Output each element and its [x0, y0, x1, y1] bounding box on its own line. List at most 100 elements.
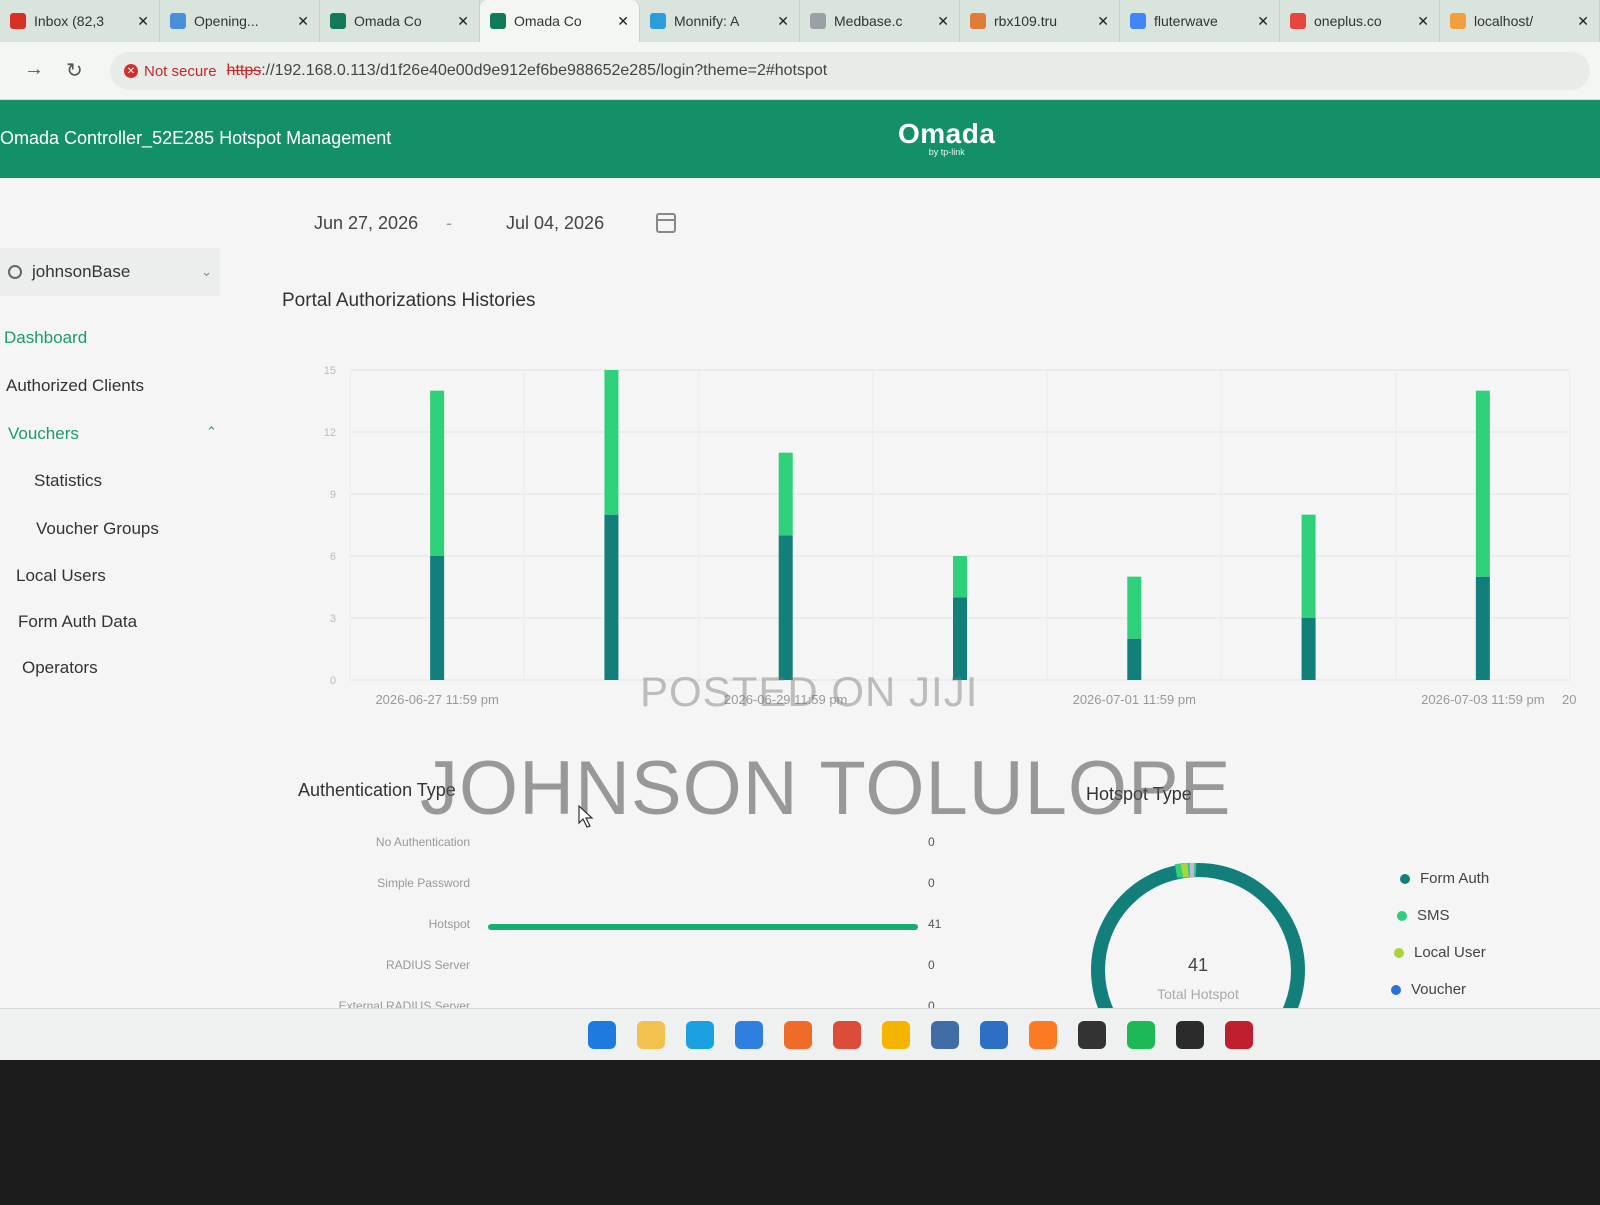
chrome-icon[interactable] [833, 1021, 861, 1049]
sidebar-item-vouchers[interactable]: Vouchers [8, 424, 79, 444]
close-icon[interactable]: ✕ [297, 13, 309, 30]
close-icon[interactable]: ✕ [617, 13, 629, 30]
close-icon[interactable]: ✕ [1417, 13, 1429, 30]
x-tick-label: 2026-07-01 11:59 pm [1073, 692, 1196, 707]
browser-tab[interactable]: Omada Co ✕ [320, 0, 480, 42]
browser-tab[interactable]: localhost/ ✕ [1440, 0, 1600, 42]
tab-label: Inbox (82,3 [34, 13, 105, 29]
tab-favicon-icon [1450, 13, 1466, 29]
date-separator: - [446, 212, 452, 233]
hotspot-donut-chart: 41 Total Hotspot [1091, 862, 1305, 1010]
bar-segment-series-1[interactable] [1127, 576, 1142, 639]
legend-item[interactable]: SMS [1397, 907, 1450, 924]
site-icon [8, 265, 22, 279]
browser-tab[interactable]: Omada Co ✕ [480, 0, 640, 42]
browser-tab[interactable]: Inbox (82,3 ✕ [0, 0, 160, 42]
browser-tab[interactable]: Monnify: A ✕ [640, 0, 800, 42]
sidebar-item-voucher-groups[interactable]: Voucher Groups [36, 519, 159, 539]
store-icon[interactable] [980, 1021, 1008, 1049]
vscode-icon[interactable] [735, 1021, 763, 1049]
terminal-icon[interactable] [1176, 1021, 1204, 1049]
tab-label: Medbase.c [834, 13, 903, 29]
bar-segment-series-1[interactable] [604, 370, 619, 515]
bar-segment-series-1[interactable] [778, 452, 793, 536]
browser-tab[interactable]: fluterwave ✕ [1120, 0, 1280, 42]
auth-type-value: 0 [928, 958, 935, 972]
reload-icon[interactable]: ↻ [66, 58, 83, 83]
tab-favicon-icon [1130, 13, 1146, 29]
forward-icon[interactable]: → [24, 58, 44, 81]
warning-icon: ✕ [124, 64, 138, 78]
close-icon[interactable]: ✕ [137, 13, 149, 30]
tab-favicon-icon [970, 13, 986, 29]
legend-item[interactable]: Form Auth [1400, 870, 1489, 887]
auth-type-row: No Authentication 0 [330, 835, 950, 855]
inkscape-icon[interactable] [1078, 1021, 1106, 1049]
auth-type-value: 41 [928, 917, 942, 931]
bar-segment-series-1[interactable] [953, 556, 967, 598]
close-icon[interactable]: ✕ [1577, 13, 1589, 30]
bar-segment-series-0[interactable] [1301, 618, 1316, 680]
xampp-icon[interactable] [1029, 1021, 1057, 1049]
auth-type-row: RADIUS Server 0 [330, 958, 950, 978]
chevron-down-icon: ⌄ [201, 264, 212, 279]
tab-bar: Inbox (82,3 ✕ Opening... ✕ Omada Co ✕ Omada Co… [0, 0, 1600, 42]
auth-type-row: Hotspot 41 [330, 917, 950, 937]
legend-label: Local User [1414, 944, 1486, 961]
browser-tab[interactable]: rbx109.tru ✕ [960, 0, 1120, 42]
close-icon[interactable]: ✕ [937, 13, 949, 30]
calendar-icon[interactable] [656, 213, 676, 233]
close-icon[interactable]: ✕ [457, 13, 469, 30]
sidebar-item-local-users[interactable]: Local Users [16, 566, 106, 586]
donut-center-label: Total Hotspot [1157, 986, 1239, 1002]
browser-tab[interactable]: Opening... ✕ [160, 0, 320, 42]
bar-segment-series-0[interactable] [430, 556, 445, 680]
url-scheme: https [226, 62, 262, 79]
close-icon[interactable]: ✕ [1097, 13, 1109, 30]
date-range-picker[interactable]: Jun 27, 2026 - Jul 04, 2026 [270, 200, 690, 246]
edge-icon[interactable] [686, 1021, 714, 1049]
spotify-icon[interactable] [1127, 1021, 1155, 1049]
browser-tab[interactable]: Medbase.c ✕ [800, 0, 960, 42]
y-tick-label: 3 [330, 613, 336, 625]
remote-desktop-icon[interactable] [931, 1021, 959, 1049]
site-selector[interactable]: johnsonBase ⌄ [0, 248, 220, 296]
file-explorer-icon[interactable] [637, 1021, 665, 1049]
date-end[interactable]: Jul 04, 2026 [506, 213, 604, 234]
url-field[interactable]: ✕ Not secure https ://192.168.0.113/d1f2… [110, 52, 1590, 90]
page-title: Omada Controller_52E285 Hotspot Manageme… [0, 128, 392, 148]
bar-segment-series-1[interactable] [430, 390, 445, 556]
windows-start-icon[interactable] [588, 1021, 616, 1049]
bar-segment-series-0[interactable] [1475, 576, 1490, 680]
firefox-icon[interactable] [784, 1021, 812, 1049]
auth-type-label: No Authentication [375, 835, 470, 849]
tab-label: oneplus.co [1314, 13, 1382, 29]
legend-item[interactable]: Voucher [1391, 981, 1466, 998]
chevron-up-icon[interactable]: ⌃ [206, 424, 217, 440]
filezilla-icon[interactable] [1225, 1021, 1253, 1049]
bar-segment-series-0[interactable] [1127, 638, 1142, 680]
legend-dot [1394, 947, 1404, 958]
chrome-canary-icon[interactable] [882, 1021, 910, 1049]
sidebar-item-form-auth-data[interactable]: Form Auth Data [18, 612, 137, 632]
close-icon[interactable]: ✕ [1257, 13, 1269, 30]
sidebar-item-operators[interactable]: Operators [22, 658, 98, 678]
donut-segment-local-user [1180, 863, 1189, 878]
legend-dot [1391, 984, 1401, 995]
not-secure-indicator[interactable]: ✕ Not secure [124, 63, 217, 80]
sidebar-item-dashboard[interactable]: Dashboard [4, 328, 87, 348]
bar-segment-series-1[interactable] [1301, 514, 1316, 618]
auth-type-bar[interactable] [488, 924, 918, 930]
date-start[interactable]: Jun 27, 2026 [314, 213, 418, 234]
bar-segment-series-1[interactable] [1475, 390, 1490, 577]
sidebar: johnsonBase ⌄ Dashboard Authorized Clien… [0, 178, 230, 1008]
close-icon[interactable]: ✕ [777, 13, 789, 30]
browser-tab[interactable]: oneplus.co ✕ [1280, 0, 1440, 42]
sidebar-item-statistics[interactable]: Statistics [34, 471, 102, 491]
omada-logo: Omada by tp-link [898, 118, 996, 157]
bar-segment-series-0[interactable] [778, 535, 793, 680]
sidebar-item-authorized-clients[interactable]: Authorized Clients [6, 376, 144, 396]
legend-item[interactable]: Local User [1394, 944, 1486, 961]
bar-segment-series-0[interactable] [604, 514, 619, 680]
tab-favicon-icon [1290, 13, 1306, 29]
